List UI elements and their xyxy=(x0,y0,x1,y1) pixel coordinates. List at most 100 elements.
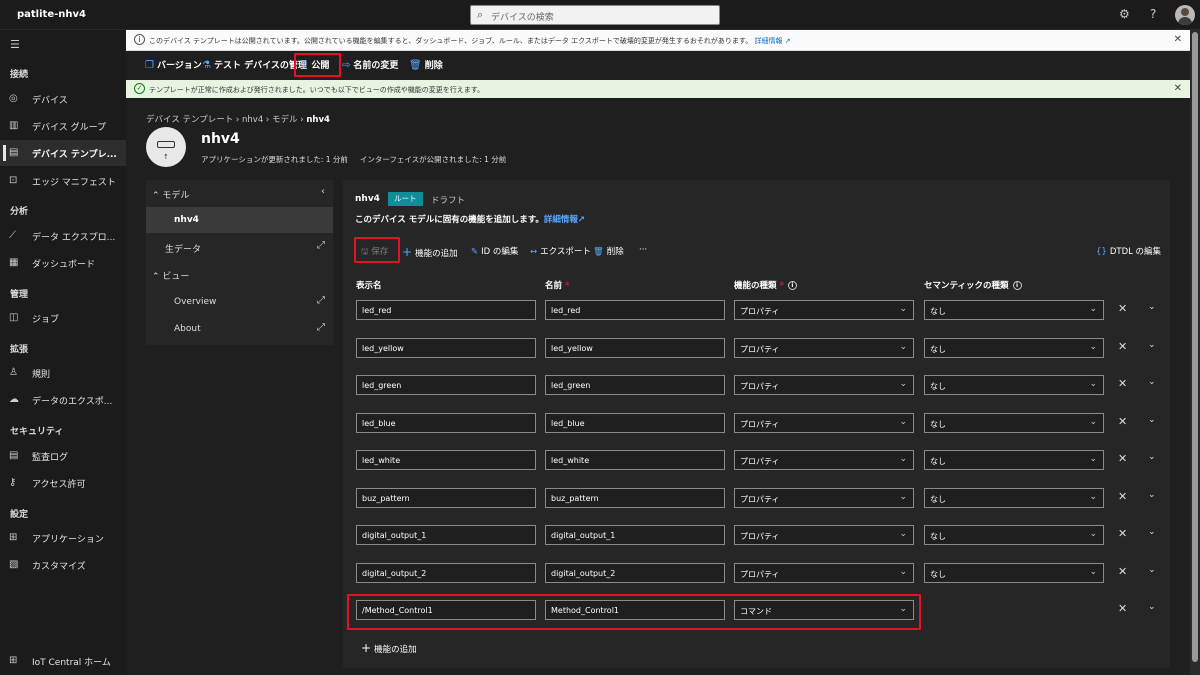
search-box[interactable]: ⌕ デバイスの検索 xyxy=(470,5,720,25)
expand-row-icon[interactable]: ⌄ xyxy=(1148,377,1156,387)
tree-item-overview[interactable]: Overview ⤢ xyxy=(146,289,333,315)
sidebar-item-rules[interactable]: ♙ 規則 xyxy=(0,360,126,386)
close-icon[interactable]: ✕ xyxy=(1174,83,1182,94)
name-input[interactable]: led_red xyxy=(545,300,725,320)
name-input[interactable]: digital_output_2 xyxy=(545,563,725,583)
version-button[interactable]: ❐ バージョン xyxy=(145,58,202,72)
sidebar-item-data-export[interactable]: ☁ データのエクスポ... xyxy=(0,387,126,413)
sidebar-item-device-groups[interactable]: ▥ デバイス グループ xyxy=(0,113,126,139)
expand-row-icon[interactable]: ⌄ xyxy=(1148,602,1156,612)
app-name[interactable]: patlite-nhv4 xyxy=(17,9,86,20)
sidebar-item-jobs[interactable]: ◫ ジョブ xyxy=(0,305,126,331)
edit-id-button[interactable]: ✎ ID の編集 xyxy=(471,245,518,257)
semantic-type-select[interactable]: なし ⌄ xyxy=(924,300,1104,320)
delete-button[interactable]: 🗑 削除 xyxy=(593,245,624,257)
display-name-input[interactable]: led_red xyxy=(356,300,536,320)
delete-row-icon[interactable]: ✕ xyxy=(1118,490,1127,503)
info-icon[interactable]: i xyxy=(787,281,797,290)
display-name-input[interactable]: buz_pattern xyxy=(356,488,536,508)
semantic-type-select[interactable]: なし ⌄ xyxy=(924,450,1104,470)
export-button[interactable]: ↔ エクスポート xyxy=(530,245,591,257)
delete-template-button[interactable]: 🗑 削除 xyxy=(409,58,443,72)
tree-item-model-nhv4[interactable]: nhv4 xyxy=(146,207,333,233)
expand-row-icon[interactable]: ⌄ xyxy=(1148,452,1156,462)
rename-button[interactable]: ⇨ 名前の変更 xyxy=(342,58,398,72)
tree-item-about[interactable]: About ⤢ xyxy=(146,316,333,342)
add-capability-link[interactable]: + 機能の追加 xyxy=(361,641,417,655)
expand-row-icon[interactable]: ⌄ xyxy=(1148,415,1156,425)
display-name-input[interactable]: digital_output_2 xyxy=(356,563,536,583)
close-icon[interactable]: ✕ xyxy=(1174,34,1182,45)
display-name-input[interactable]: led_white xyxy=(356,450,536,470)
sidebar-item-iot-central-home[interactable]: ⊞ IoT Central ホーム xyxy=(0,648,126,674)
gear-icon[interactable]: ⚙ xyxy=(1119,7,1130,21)
breadcrumb-template[interactable]: nhv4 xyxy=(242,115,263,125)
sidebar-item-data-explorer[interactable]: ⟋ データ エクスプロ... xyxy=(0,223,126,249)
delete-row-icon[interactable]: ✕ xyxy=(1118,602,1127,615)
expand-icon[interactable]: ⤢ xyxy=(317,240,325,251)
sidebar-item-edge-manifests[interactable]: ⊡ エッジ マニフェスト xyxy=(0,168,126,194)
expand-row-icon[interactable]: ⌄ xyxy=(1148,527,1156,537)
tree-item-raw-data[interactable]: 生データ ⤢ xyxy=(146,234,333,260)
info-icon[interactable]: i xyxy=(1012,281,1022,290)
avatar[interactable] xyxy=(1175,5,1195,25)
semantic-type-select[interactable]: なし ⌄ xyxy=(924,375,1104,395)
capability-type-select[interactable]: プロパティ ⌄ xyxy=(734,450,914,470)
delete-row-icon[interactable]: ✕ xyxy=(1118,527,1127,540)
semantic-type-select[interactable]: なし ⌄ xyxy=(924,563,1104,583)
delete-row-icon[interactable]: ✕ xyxy=(1118,302,1127,315)
tree-item-views[interactable]: ⌃ ビュー xyxy=(146,261,333,287)
collapse-icon[interactable]: ‹ xyxy=(321,186,325,197)
capability-type-select[interactable]: プロパティ ⌄ xyxy=(734,563,914,583)
name-input[interactable]: led_yellow xyxy=(545,338,725,358)
capability-type-select[interactable]: プロパティ ⌄ xyxy=(734,488,914,508)
capability-type-select[interactable]: プロパティ ⌄ xyxy=(734,375,914,395)
name-input[interactable]: led_white xyxy=(545,450,725,470)
expand-icon[interactable]: ⤢ xyxy=(317,322,325,333)
learn-more-link[interactable]: 詳細情報 xyxy=(544,215,578,225)
add-capability-button[interactable]: + 機能の追加 xyxy=(402,245,458,259)
capability-type-select[interactable]: プロパティ ⌄ xyxy=(734,338,914,358)
name-input[interactable]: digital_output_1 xyxy=(545,525,725,545)
capability-type-select[interactable]: プロパティ ⌄ xyxy=(734,413,914,433)
search-input[interactable]: デバイスの検索 xyxy=(491,10,554,23)
tree-item-model[interactable]: ⌃ モデル ‹ xyxy=(146,180,333,206)
display-name-input[interactable]: digital_output_1 xyxy=(356,525,536,545)
sidebar-item-application[interactable]: ⊞ アプリケーション xyxy=(0,525,126,551)
test-device-button[interactable]: ⚗ テスト デバイスの管理 xyxy=(202,58,307,72)
capability-type-select[interactable]: プロパティ ⌄ xyxy=(734,525,914,545)
semantic-type-select[interactable]: なし ⌄ xyxy=(924,525,1104,545)
sidebar-item-devices[interactable]: ◎ デバイス xyxy=(0,86,126,112)
semantic-type-select[interactable]: なし ⌄ xyxy=(924,413,1104,433)
help-icon[interactable]: ? xyxy=(1150,7,1156,21)
delete-row-icon[interactable]: ✕ xyxy=(1118,565,1127,578)
semantic-type-select[interactable]: なし ⌄ xyxy=(924,488,1104,508)
capability-type-select[interactable]: プロパティ ⌄ xyxy=(734,300,914,320)
expand-row-icon[interactable]: ⌄ xyxy=(1148,490,1156,500)
display-name-input[interactable]: led_yellow xyxy=(356,338,536,358)
semantic-type-select[interactable]: なし ⌄ xyxy=(924,338,1104,358)
hamburger-menu-icon[interactable]: ☰ xyxy=(10,38,20,51)
breadcrumb-model[interactable]: モデル xyxy=(272,115,298,125)
sidebar-item-dashboards[interactable]: ▦ ダッシュボード xyxy=(0,250,126,276)
learn-more-link[interactable]: 詳細情報 xyxy=(754,37,782,45)
name-input[interactable]: led_blue xyxy=(545,413,725,433)
sidebar-item-permissions[interactable]: ⚷ アクセス許可 xyxy=(0,470,126,496)
delete-row-icon[interactable]: ✕ xyxy=(1118,452,1127,465)
delete-row-icon[interactable]: ✕ xyxy=(1118,415,1127,428)
breadcrumb-device-templates[interactable]: デバイス テンプレート xyxy=(146,115,233,125)
display-name-input[interactable]: led_green xyxy=(356,375,536,395)
name-input[interactable]: led_green xyxy=(545,375,725,395)
edit-dtdl-button[interactable]: {} DTDL の編集 xyxy=(1096,245,1161,257)
delete-row-icon[interactable]: ✕ xyxy=(1118,377,1127,390)
expand-row-icon[interactable]: ⌄ xyxy=(1148,565,1156,575)
name-input[interactable]: buz_pattern xyxy=(545,488,725,508)
expand-row-icon[interactable]: ⌄ xyxy=(1148,340,1156,350)
sidebar-item-audit-log[interactable]: ▤ 監査ログ xyxy=(0,443,126,469)
display-name-input[interactable]: led_blue xyxy=(356,413,536,433)
page-scrollbar[interactable] xyxy=(1190,30,1200,675)
sidebar-item-device-templates[interactable]: ▤ デバイス テンプレ... xyxy=(0,140,126,166)
delete-row-icon[interactable]: ✕ xyxy=(1118,340,1127,353)
expand-row-icon[interactable]: ⌄ xyxy=(1148,302,1156,312)
sidebar-item-customize[interactable]: ▧ カスタマイズ xyxy=(0,552,126,578)
